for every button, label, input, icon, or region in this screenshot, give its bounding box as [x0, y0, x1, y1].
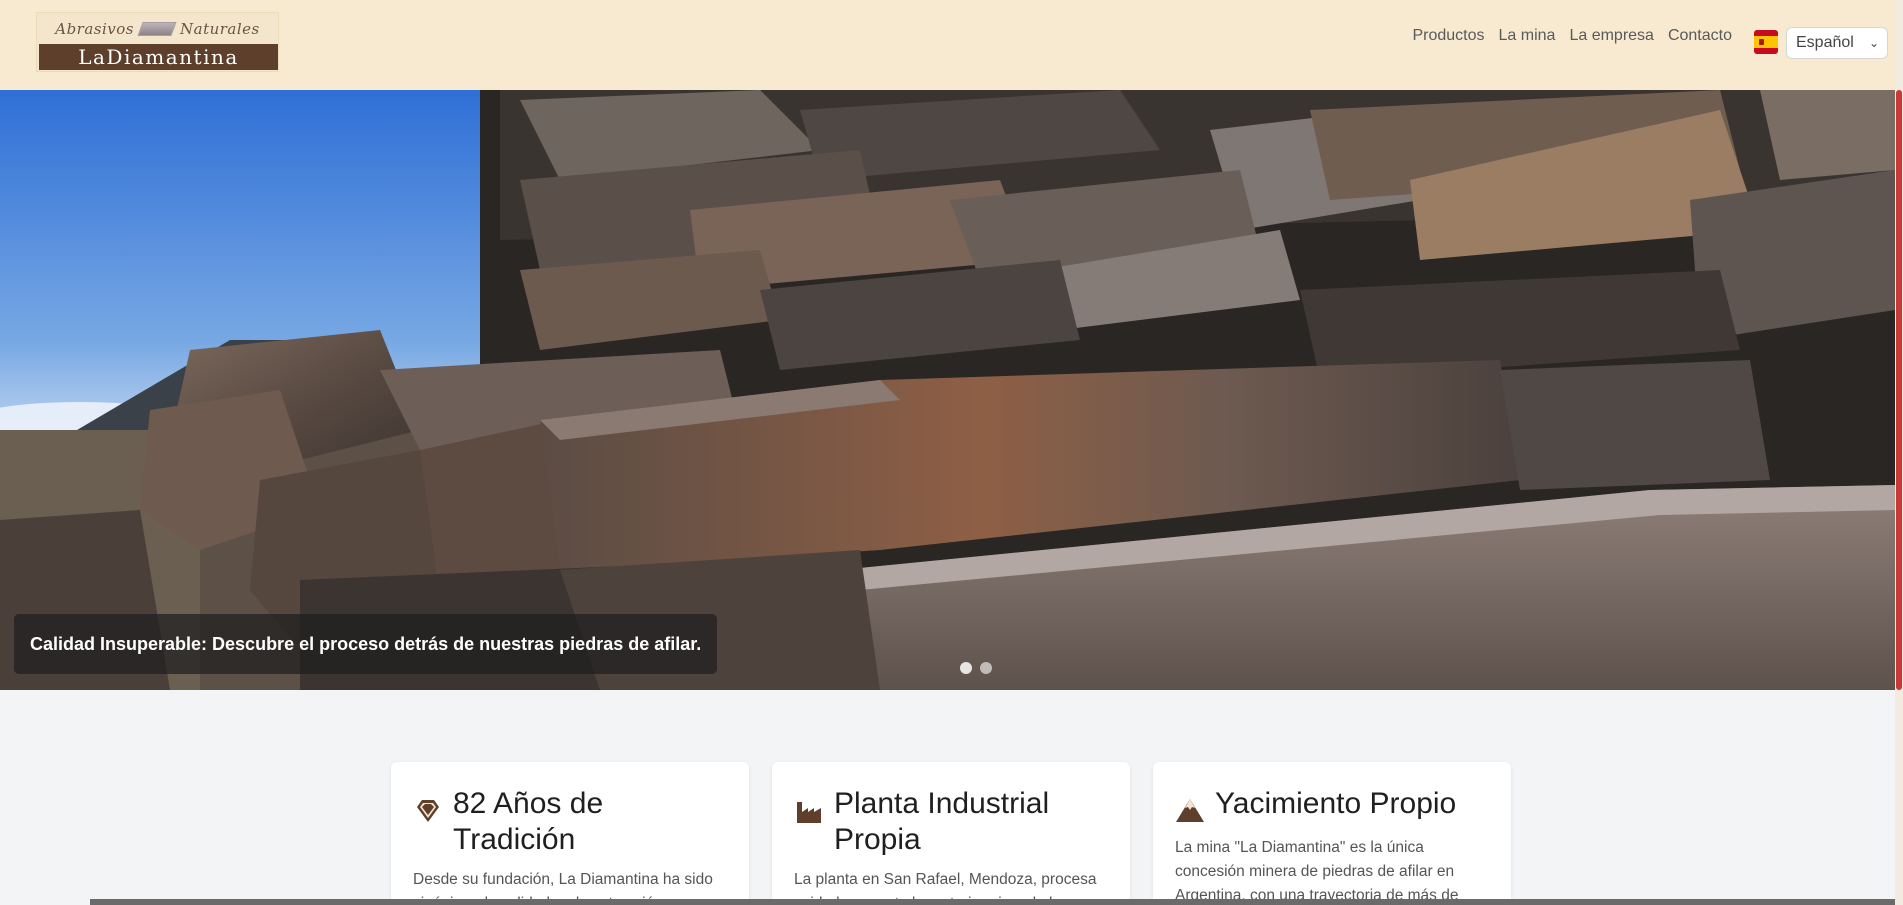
language-select[interactable]: Español ⌄ — [1786, 27, 1888, 59]
page-bottom-edge — [90, 899, 1895, 905]
carousel-indicator-2[interactable] — [960, 662, 972, 674]
nav-la-empresa[interactable]: La empresa — [1569, 27, 1654, 45]
factory-icon — [797, 802, 821, 823]
carousel-indicator-1[interactable] — [940, 662, 952, 674]
hero-caption: Calidad Insuperable: Descubre el proceso… — [14, 614, 718, 674]
feature-card-deposit: Yacimiento Propio La mina "La Diamantina… — [1153, 762, 1511, 905]
card-title: Yacimiento Propio — [1215, 787, 1457, 820]
logo-tagline: Abrasivos Naturales — [37, 17, 278, 41]
logo-tagline-left: Abrasivos — [55, 20, 134, 38]
card-title: 82 Años de Tradición — [453, 787, 604, 856]
page-scrollbar[interactable] — [1895, 0, 1903, 905]
carousel-indicator-3[interactable] — [980, 662, 992, 674]
mountain-icon — [1176, 799, 1204, 822]
scrollbar-thumb[interactable] — [1896, 90, 1902, 690]
spain-flag-icon — [1754, 30, 1778, 54]
feature-card-plant: Planta Industrial Propia La planta en Sa… — [772, 762, 1130, 905]
logo-stone-icon — [137, 22, 177, 36]
nav-contacto[interactable]: Contacto — [1668, 27, 1732, 45]
main-nav: Productos La mina La empresa Contacto — [1412, 27, 1732, 45]
nav-productos[interactable]: Productos — [1412, 27, 1484, 45]
language-selected: Español — [1796, 34, 1854, 51]
site-logo[interactable]: Abrasivos Naturales LaDiamantina — [36, 12, 279, 72]
logo-tagline-right: Naturales — [180, 20, 260, 38]
logo-brand-name: LaDiamantina — [39, 44, 278, 70]
hero-carousel[interactable]: Calidad Insuperable: Descubre el proceso… — [0, 90, 1895, 690]
site-header: Abrasivos Naturales LaDiamantina Product… — [0, 0, 1895, 90]
card-text: La mina "La Diamantina" es la única conc… — [1175, 839, 1459, 904]
card-title: Planta Industrial Propia — [834, 787, 1050, 856]
hero-image — [0, 90, 1895, 690]
nav-la-mina[interactable]: La mina — [1499, 27, 1556, 45]
diamond-icon — [417, 800, 439, 822]
chevron-down-icon: ⌄ — [1868, 36, 1879, 50]
feature-card-tradition: 82 Años de Tradición Desde su fundación,… — [391, 762, 749, 905]
carousel-indicators — [940, 662, 992, 674]
